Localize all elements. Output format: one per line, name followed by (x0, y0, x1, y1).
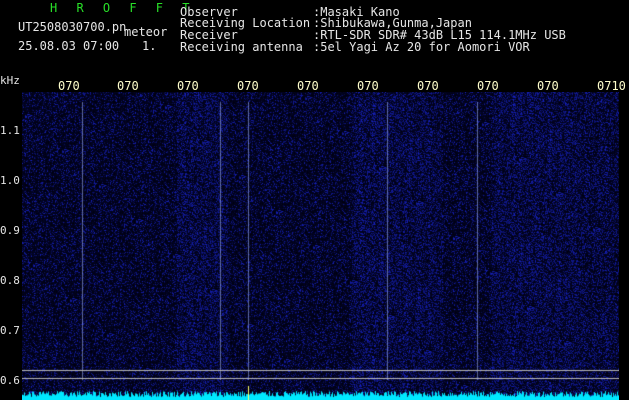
unit-label: kHz (0, 74, 20, 87)
file-name: UT2508030700.pn (18, 20, 127, 34)
x-tick-label: 070 (177, 79, 199, 93)
y-tick-label: 1.1 (0, 124, 20, 137)
count-label: 1. (142, 39, 157, 53)
x-tick-label: 070 (537, 79, 559, 93)
spectrogram-canvas (22, 92, 619, 400)
y-tick-label: 1.0 (0, 174, 20, 187)
y-tick-label: 0.8 (0, 274, 20, 287)
x-tick-label: 070 (237, 79, 259, 93)
y-tick-label: 0.6 (0, 374, 20, 387)
program-title: H R O F F T (50, 1, 196, 15)
antenna-value: :5el Yagi Az 20 for Aomori VOR (313, 40, 530, 54)
antenna-label: Receiving antenna (180, 40, 303, 54)
y-tick-label: 0.7 (0, 324, 20, 337)
x-tick-label: 070 (117, 79, 139, 93)
x-tick-label: 070 (477, 79, 499, 93)
y-tick-label: 0.9 (0, 224, 20, 237)
mode-label: meteor (124, 25, 168, 39)
x-tick-label: 070 (297, 79, 319, 93)
x-tick-label: 0710 (597, 79, 626, 93)
x-tick-label: 070 (417, 79, 439, 93)
date-time: 25.08.03 07:00 (18, 39, 120, 53)
x-tick-label: 070 (357, 79, 379, 93)
x-tick-label: 070 (58, 79, 80, 93)
